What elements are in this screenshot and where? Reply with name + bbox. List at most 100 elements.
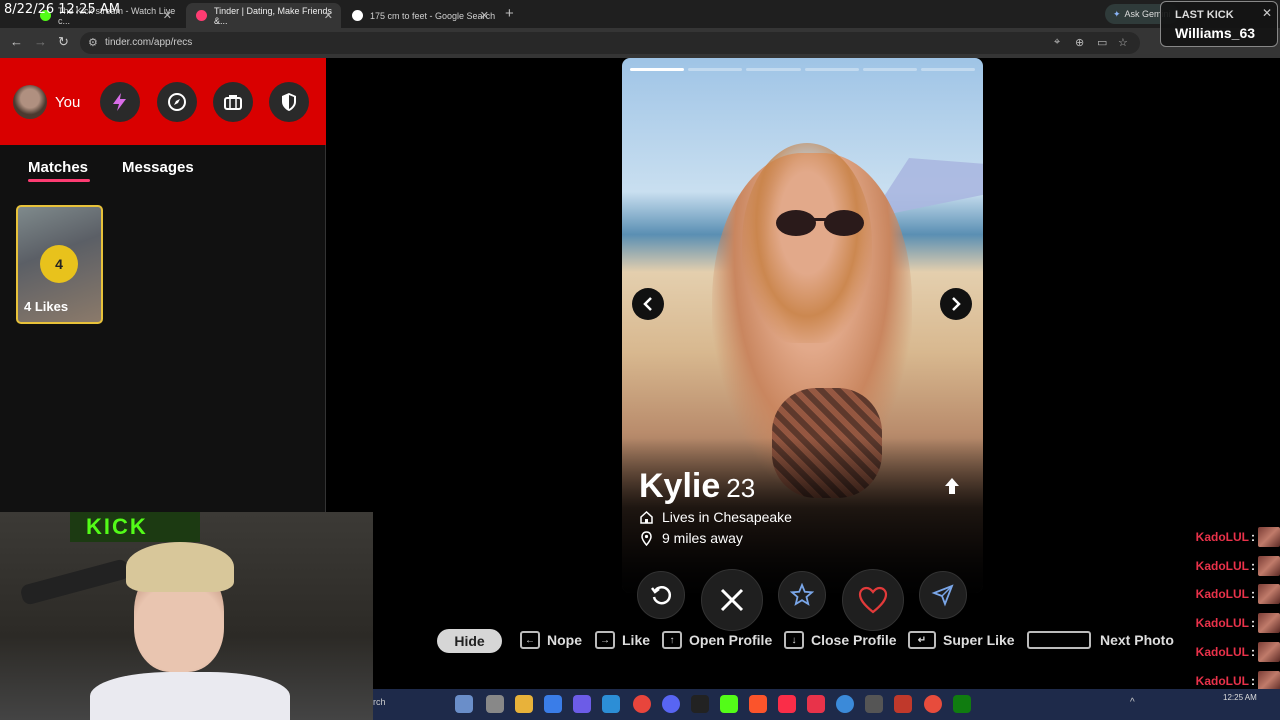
chevron-right-icon xyxy=(952,297,961,311)
install-app-icon[interactable]: ▭ xyxy=(1097,36,1107,49)
location-icon[interactable]: ⌖ xyxy=(1054,36,1060,49)
teams-icon[interactable] xyxy=(573,695,591,713)
google-favicon-icon xyxy=(352,10,363,21)
tab-close-icon[interactable]: ✕ xyxy=(480,9,489,22)
chat-colon: : xyxy=(1251,587,1255,602)
emote-icon xyxy=(1258,613,1280,634)
chat-username: KadoLUL xyxy=(1195,587,1249,602)
gemini-icon: ✦ xyxy=(1113,8,1121,19)
arrow-right-key-icon: → xyxy=(595,631,615,649)
next-photo-button[interactable] xyxy=(940,288,972,320)
likes-you-card[interactable]: 4 4 Likes xyxy=(16,205,103,324)
music-icon[interactable] xyxy=(778,695,796,713)
chat-username: KadoLUL xyxy=(1195,616,1249,631)
task-view-icon[interactable] xyxy=(486,695,504,713)
safety-button[interactable] xyxy=(269,82,309,122)
app-icon[interactable] xyxy=(807,695,825,713)
weather-icon[interactable] xyxy=(455,695,473,713)
chevron-up-icon[interactable]: ^ xyxy=(1130,697,1135,708)
obs-icon[interactable] xyxy=(691,695,709,713)
work-button[interactable] xyxy=(213,82,253,122)
arrow-down-key-icon: ↓ xyxy=(784,631,804,649)
tab-label: 175 cm to feet - Google Search xyxy=(370,10,496,21)
microphone xyxy=(19,558,131,606)
streamer-webcam: KICK xyxy=(0,512,373,720)
help-icon[interactable] xyxy=(836,695,854,713)
emote-icon xyxy=(1258,584,1280,605)
forward-icon[interactable]: → xyxy=(34,34,47,49)
super-like-button[interactable] xyxy=(778,571,826,619)
emote-icon xyxy=(1258,641,1280,662)
app3-icon[interactable] xyxy=(894,695,912,713)
reload-icon[interactable]: ↻ xyxy=(58,34,69,50)
chat-username: KadoLUL xyxy=(1195,530,1249,544)
address-bar-row: ← → ↻ ⚙ tinder.com/app/recs ⌖ ⊕ ▭ ☆ xyxy=(0,28,1280,58)
tab-close-icon[interactable]: ✕ xyxy=(324,9,333,22)
photo-progress-segment xyxy=(688,68,743,71)
keyboard-shortcuts-bar: Hide ← Nope → Like ↑ Open Profile ↓ Clos… xyxy=(437,627,1177,655)
boost-button[interactable] xyxy=(100,82,140,122)
shortcut-nope: ← Nope xyxy=(520,631,582,649)
last-kick-user: Williams_63 xyxy=(1175,25,1256,41)
nope-button[interactable] xyxy=(701,569,763,631)
send-button[interactable] xyxy=(919,571,967,619)
chat-username: KadoLUL xyxy=(1195,673,1249,688)
kick-icon[interactable] xyxy=(720,695,738,713)
opera-icon[interactable] xyxy=(924,695,942,713)
like-button[interactable] xyxy=(842,569,904,631)
avatar[interactable] xyxy=(13,85,47,119)
taskbar-search[interactable]: rch xyxy=(373,697,386,707)
bookmark-star-icon[interactable]: ☆ xyxy=(1118,36,1128,49)
lives-in-row: Lives in Chesapeake xyxy=(639,509,792,525)
arrow-up-key-icon: ↑ xyxy=(662,631,682,649)
explore-button[interactable] xyxy=(157,82,197,122)
likes-label: 4 Likes xyxy=(24,299,69,314)
copilot-icon[interactable] xyxy=(544,695,562,713)
store-icon[interactable] xyxy=(602,695,620,713)
file-explorer-icon[interactable] xyxy=(515,695,533,713)
chat-username: KadoLUL xyxy=(1195,558,1249,573)
zoom-icon[interactable]: ⊕ xyxy=(1075,36,1084,49)
photo-progress xyxy=(630,68,976,72)
open-profile-arrow-icon[interactable] xyxy=(943,476,961,496)
profile-name[interactable]: Kylie 23 xyxy=(639,467,755,506)
xbox-icon[interactable] xyxy=(953,695,971,713)
star-icon xyxy=(790,583,814,606)
back-icon[interactable]: ← xyxy=(10,34,23,49)
chat-username: KadoLUL xyxy=(1195,644,1249,659)
home-icon xyxy=(640,510,653,524)
sidebar-tabs: Matches Messages xyxy=(0,145,326,195)
likes-count-badge: 4 xyxy=(40,245,78,283)
tab-matches[interactable]: Matches xyxy=(28,159,88,176)
photo-progress-segment xyxy=(804,68,859,71)
site-info-icon[interactable]: ⚙ xyxy=(88,36,98,49)
profile-card[interactable]: Kylie 23 Lives in Chesapeake 9 miles away xyxy=(622,58,983,593)
rewind-button[interactable] xyxy=(637,571,685,619)
kick-banner: KICK xyxy=(70,512,200,542)
shortcut-close-profile: ↓ Close Profile xyxy=(784,631,897,649)
discord-icon[interactable] xyxy=(662,695,680,713)
last-kick-overlay: LAST KICK Williams_63 xyxy=(1160,1,1278,47)
url-field[interactable] xyxy=(80,32,1140,54)
window-close-icon[interactable]: ✕ xyxy=(1262,6,1272,20)
taskbar-clock[interactable]: 12:25 AM xyxy=(1223,693,1257,702)
you-label[interactable]: You xyxy=(55,94,80,111)
tab-close-icon[interactable]: ✕ xyxy=(163,9,172,22)
app2-icon[interactable] xyxy=(865,695,883,713)
photo-progress-segment xyxy=(920,68,976,71)
tab-tinder[interactable]: Tinder | Dating, Make Friends &... ✕ xyxy=(186,3,341,28)
new-tab-icon[interactable]: + xyxy=(505,5,514,22)
hide-shortcuts-button[interactable]: Hide xyxy=(437,629,502,653)
tab-google[interactable]: 175 cm to feet - Google Search ✕ xyxy=(342,3,497,28)
shortcut-super-like: ↵ Super Like xyxy=(908,631,1015,649)
url-text: tinder.com/app/recs xyxy=(105,37,193,48)
prev-photo-button[interactable] xyxy=(632,288,664,320)
briefcase-icon xyxy=(224,95,242,110)
chat-colon: : xyxy=(1251,644,1255,659)
chrome-icon[interactable] xyxy=(633,695,651,713)
lightning-icon xyxy=(113,93,126,111)
stream-timestamp: 8/22/26 12:25 AM xyxy=(4,2,120,17)
brave-icon[interactable] xyxy=(749,695,767,713)
emote-icon xyxy=(1258,670,1280,691)
tab-messages[interactable]: Messages xyxy=(122,159,194,176)
